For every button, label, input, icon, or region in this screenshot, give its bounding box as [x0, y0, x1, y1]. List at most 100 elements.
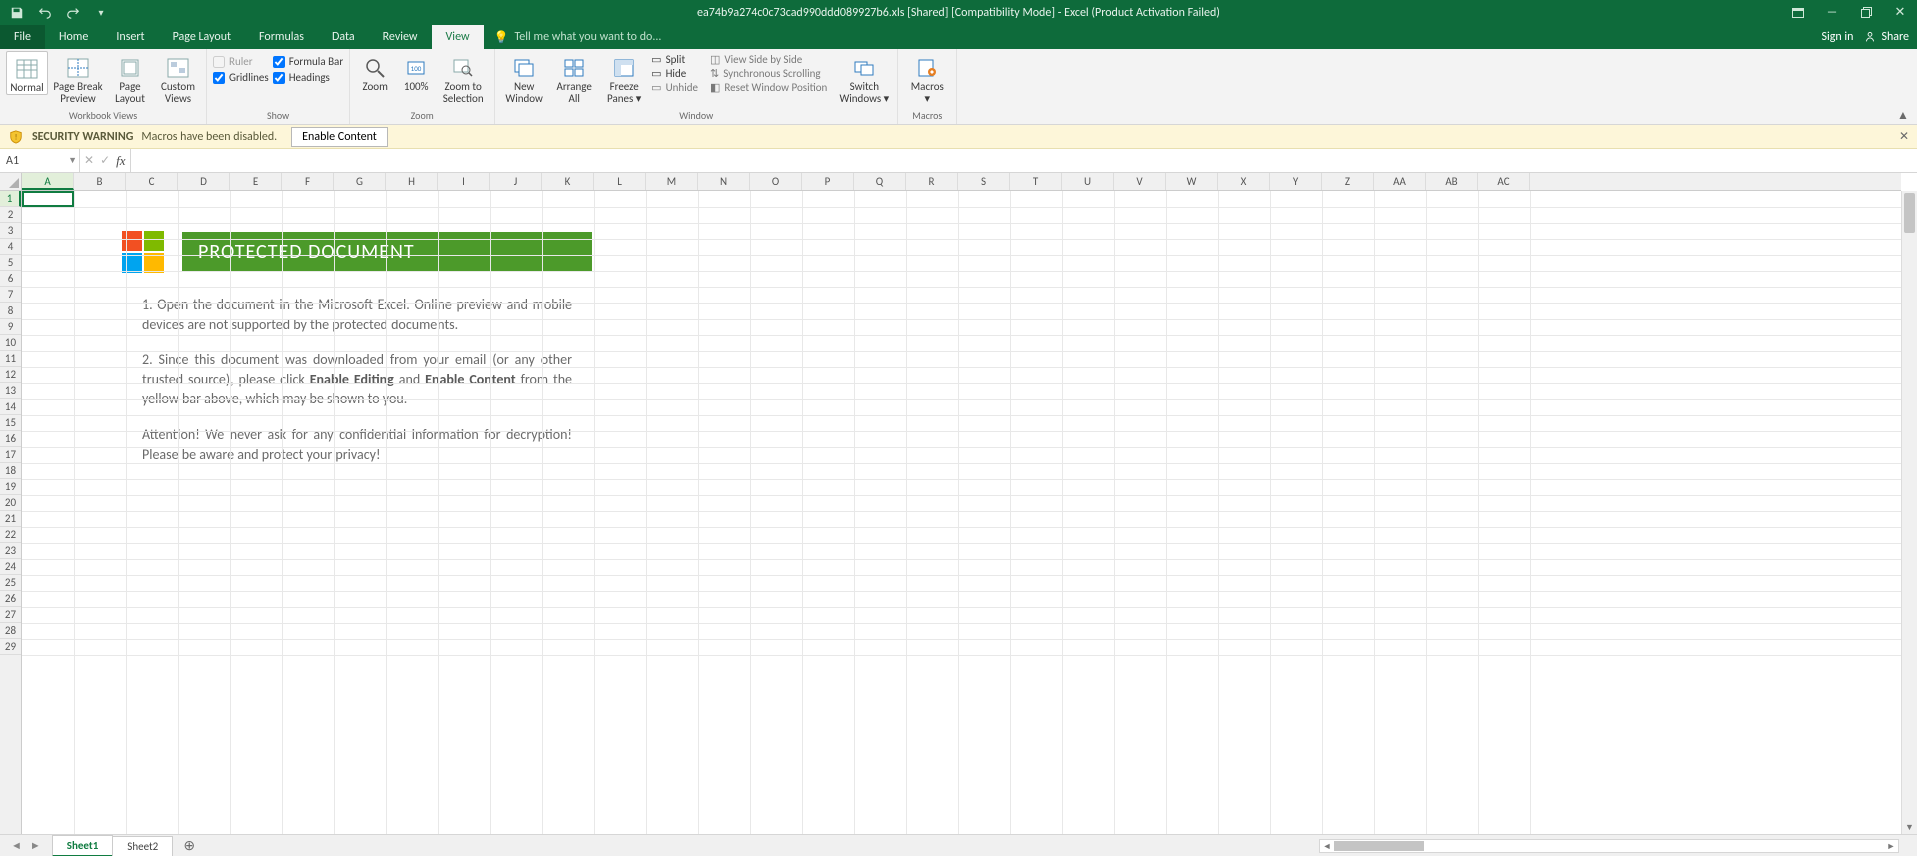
row-header[interactable]: 17 — [0, 447, 21, 463]
row-header[interactable]: 18 — [0, 463, 21, 479]
insert-function-icon[interactable]: fx — [116, 153, 125, 169]
vertical-scrollbar[interactable]: ▲ ▼ — [1901, 191, 1917, 834]
gridlines-checkbox[interactable]: Gridlines — [213, 71, 269, 84]
tell-me-search[interactable]: 💡 Tell me what you want to do... — [494, 25, 662, 49]
column-header[interactable]: B — [74, 173, 126, 190]
column-header[interactable]: Y — [1270, 173, 1322, 190]
column-header[interactable]: C — [126, 173, 178, 190]
horizontal-scroll-thumb[interactable] — [1334, 841, 1424, 851]
page-layout-button[interactable]: Page Layout — [108, 51, 152, 105]
row-header[interactable]: 15 — [0, 415, 21, 431]
column-header[interactable]: R — [906, 173, 958, 190]
cells-area[interactable]: PROTECTED DOCUMENT 1. Open the document … — [22, 191, 1901, 834]
name-box[interactable]: A1 ▼ — [0, 149, 80, 172]
sheet-nav-prev-icon[interactable]: ◄ — [8, 839, 25, 852]
column-header[interactable]: K — [542, 173, 594, 190]
qat-customize-icon[interactable]: ▾ — [90, 2, 112, 24]
vertical-scroll-thumb[interactable] — [1904, 193, 1915, 233]
column-header[interactable]: G — [334, 173, 386, 190]
column-header[interactable]: M — [646, 173, 698, 190]
row-header[interactable]: 5 — [0, 255, 21, 271]
new-sheet-button[interactable]: ⊕ — [178, 837, 200, 854]
column-header[interactable]: E — [230, 173, 282, 190]
hide-button[interactable]: ▭Hide — [651, 67, 698, 80]
row-header[interactable]: 8 — [0, 303, 21, 319]
split-button[interactable]: ▭Split — [651, 53, 698, 66]
close-button[interactable]: ✕ — [1883, 0, 1917, 25]
name-box-dropdown-icon[interactable]: ▼ — [68, 155, 77, 166]
row-header[interactable]: 4 — [0, 239, 21, 255]
zoom-to-selection-button[interactable]: Zoom to Selection — [438, 51, 488, 105]
minimize-button[interactable]: ― — [1815, 0, 1849, 25]
sheet-tab-2[interactable]: Sheet2 — [112, 836, 173, 856]
ribbon-display-options-icon[interactable] — [1781, 0, 1815, 25]
column-header[interactable]: X — [1218, 173, 1270, 190]
undo-icon[interactable] — [34, 2, 56, 24]
formula-input[interactable] — [131, 149, 1917, 172]
row-header[interactable]: 21 — [0, 511, 21, 527]
row-header[interactable]: 26 — [0, 591, 21, 607]
redo-icon[interactable] — [62, 2, 84, 24]
row-header[interactable]: 20 — [0, 495, 21, 511]
switch-windows-button[interactable]: Switch Windows ▾ — [837, 51, 891, 105]
row-header[interactable]: 25 — [0, 575, 21, 591]
macros-button[interactable]: Macros ▾ — [904, 51, 950, 105]
arrange-all-button[interactable]: Arrange All — [551, 51, 597, 105]
column-header[interactable]: F — [282, 173, 334, 190]
row-header[interactable]: 9 — [0, 319, 21, 335]
row-header[interactable]: 2 — [0, 207, 21, 223]
column-header[interactable]: T — [1010, 173, 1062, 190]
row-header[interactable]: 11 — [0, 351, 21, 367]
sheet-tab-1[interactable]: Sheet1 — [52, 835, 114, 856]
scroll-down-icon[interactable]: ▼ — [1902, 820, 1917, 834]
row-header[interactable]: 6 — [0, 271, 21, 287]
zoom-button[interactable]: Zoom — [356, 51, 394, 93]
column-header[interactable]: U — [1062, 173, 1114, 190]
tab-file[interactable]: File — [0, 25, 45, 49]
column-header[interactable]: Q — [854, 173, 906, 190]
column-header[interactable]: AB — [1426, 173, 1478, 190]
tab-data[interactable]: Data — [318, 25, 369, 49]
normal-view-button[interactable]: Normal — [6, 51, 48, 95]
scroll-right-icon[interactable]: ► — [1884, 841, 1898, 852]
column-header[interactable]: N — [698, 173, 750, 190]
freeze-panes-button[interactable]: Freeze Panes ▾ — [601, 51, 647, 105]
row-header[interactable]: 28 — [0, 623, 21, 639]
headings-checkbox[interactable]: Headings — [273, 71, 343, 84]
tab-view[interactable]: View — [432, 25, 484, 49]
column-header[interactable]: I — [438, 173, 490, 190]
row-header[interactable]: 3 — [0, 223, 21, 239]
row-header[interactable]: 22 — [0, 527, 21, 543]
column-header[interactable]: H — [386, 173, 438, 190]
row-header[interactable]: 10 — [0, 335, 21, 351]
row-header[interactable]: 7 — [0, 287, 21, 303]
sign-in-link[interactable]: Sign in — [1821, 30, 1853, 44]
row-header[interactable]: 12 — [0, 367, 21, 383]
tab-insert[interactable]: Insert — [102, 25, 158, 49]
new-window-button[interactable]: New Window — [501, 51, 547, 105]
row-header[interactable]: 24 — [0, 559, 21, 575]
column-header[interactable]: Z — [1322, 173, 1374, 190]
worksheet-grid[interactable]: ABCDEFGHIJKLMNOPQRSTUVWXYZAAABAC 1234567… — [0, 173, 1917, 834]
column-header[interactable]: L — [594, 173, 646, 190]
tab-formulas[interactable]: Formulas — [245, 25, 318, 49]
scroll-left-icon[interactable]: ◄ — [1320, 841, 1334, 852]
select-all-button[interactable] — [0, 173, 22, 191]
row-header[interactable]: 16 — [0, 431, 21, 447]
collapse-ribbon-icon[interactable]: ▲ — [1895, 108, 1911, 122]
tab-review[interactable]: Review — [369, 25, 432, 49]
column-header[interactable]: S — [958, 173, 1010, 190]
tab-home[interactable]: Home — [45, 25, 102, 49]
row-header[interactable]: 19 — [0, 479, 21, 495]
column-header[interactable]: W — [1166, 173, 1218, 190]
row-header[interactable]: 1 — [0, 191, 21, 207]
share-button[interactable]: Share — [1863, 30, 1909, 44]
maximize-button[interactable] — [1849, 0, 1883, 25]
column-header[interactable]: AC — [1478, 173, 1530, 190]
row-header[interactable]: 13 — [0, 383, 21, 399]
page-break-preview-button[interactable]: Page Break Preview — [52, 51, 104, 105]
column-header[interactable]: O — [750, 173, 802, 190]
formula-bar-checkbox[interactable]: Formula Bar — [273, 55, 343, 68]
column-header[interactable]: A — [22, 173, 74, 190]
close-security-bar-icon[interactable]: ✕ — [1899, 129, 1909, 144]
